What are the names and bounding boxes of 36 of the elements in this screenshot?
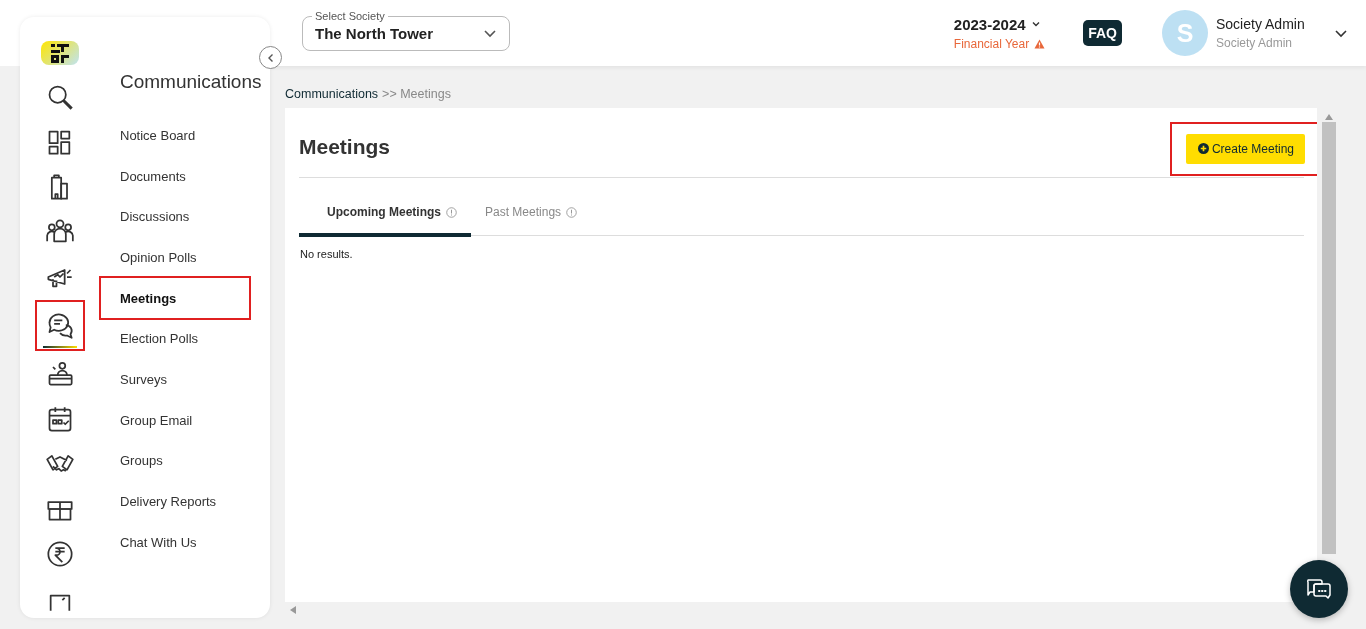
tab[interactable]: Past Meetings xyxy=(471,193,592,237)
menu-title: Communications xyxy=(120,71,263,93)
calendar-icon xyxy=(46,404,74,433)
menu-item[interactable]: Documents xyxy=(99,155,251,197)
tab[interactable]: Upcoming Meetings xyxy=(299,193,471,237)
desk-person-icon xyxy=(46,359,74,388)
nav-icon-button[interactable] xyxy=(35,299,85,351)
menu-item[interactable]: Chat With Us xyxy=(99,522,251,563)
financial-year-note: Financial Year xyxy=(953,36,1030,51)
faq-button[interactable]: FAQ xyxy=(1083,20,1122,46)
menu-item[interactable]: Group Email xyxy=(99,399,251,441)
breadcrumb-link[interactable]: Communications xyxy=(285,87,379,108)
user-role: Society Admin xyxy=(1216,36,1294,50)
menu-item[interactable]: Election Polls xyxy=(99,318,251,360)
menu-item[interactable]: Meetings xyxy=(99,276,251,321)
warning-icon xyxy=(1034,38,1046,49)
year-selector[interactable]: 2023-2024 xyxy=(953,15,1026,33)
chevron-down-icon xyxy=(1030,19,1041,29)
breadcrumb-current: >> Meetings xyxy=(382,87,451,103)
menu-item[interactable]: Notice Board xyxy=(99,115,251,156)
menu-item[interactable]: Surveys xyxy=(99,359,251,400)
page-title: Meetings xyxy=(299,134,390,159)
empty-message: No results. xyxy=(300,248,354,260)
info-icon xyxy=(446,206,457,218)
info-icon xyxy=(566,206,578,218)
plus-circle-icon xyxy=(1197,143,1209,154)
menu-item[interactable]: Opinion Polls xyxy=(99,237,251,278)
chat-bubbles-icon xyxy=(46,311,74,340)
logo-icon xyxy=(41,41,79,65)
chat-button[interactable] xyxy=(1290,560,1348,618)
rupee-icon xyxy=(46,540,74,569)
menu-item[interactable]: Discussions xyxy=(99,196,251,238)
create-meeting-button[interactable]: Create Meeting xyxy=(1185,133,1305,164)
menu-item[interactable]: Delivery Reports xyxy=(99,481,251,522)
menu-item[interactable]: Groups xyxy=(99,440,251,482)
user-name: Society Admin xyxy=(1216,16,1306,32)
